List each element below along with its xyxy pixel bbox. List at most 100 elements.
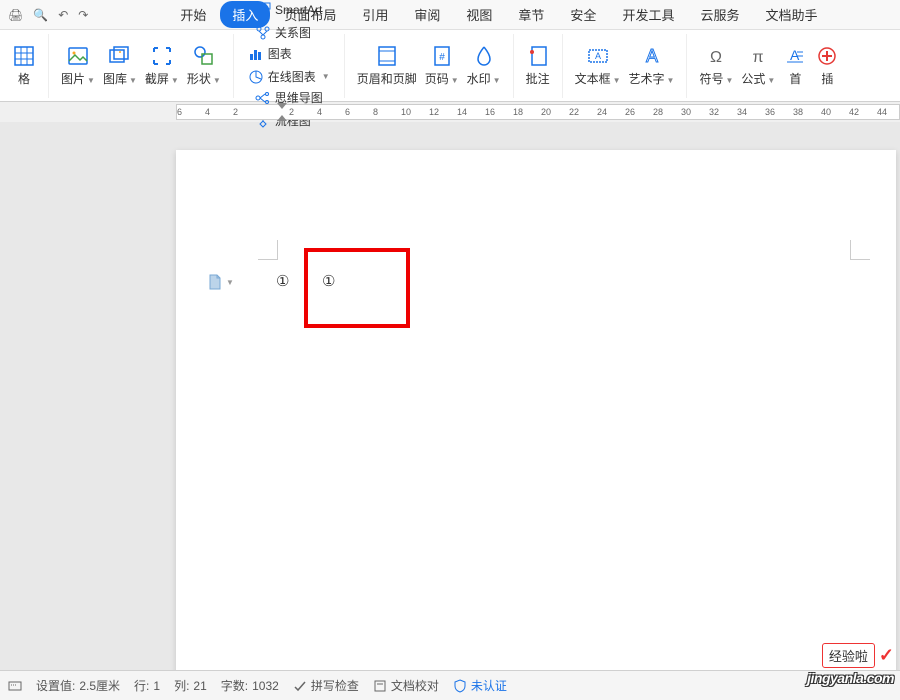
- screenshot-icon: [150, 44, 174, 68]
- keyboard-icon: [8, 679, 22, 693]
- gallery-icon: [108, 44, 132, 68]
- ruler-area: 6422468101214161820222426283032343638404…: [0, 102, 900, 122]
- shapes-button[interactable]: 形状▼: [183, 42, 225, 89]
- redo-icon[interactable]: ↷: [78, 8, 88, 22]
- col-value: 21: [193, 679, 206, 693]
- ruler-tick: 36: [765, 107, 775, 117]
- page-number-label: 页码: [425, 72, 449, 86]
- screenshot-button[interactable]: 截屏▼: [141, 42, 183, 89]
- symbol-icon: Ω: [704, 44, 728, 68]
- ribbon: 格 图片▼ 图库▼ 截屏▼ 形状▼ SmartArt 关系图: [0, 30, 900, 102]
- horizontal-ruler[interactable]: 6422468101214161820222426283032343638404…: [176, 104, 900, 120]
- chevron-down-icon: ▼: [767, 76, 775, 85]
- indent-marker-bottom[interactable]: [277, 115, 287, 121]
- wordcount-value: 1032: [252, 679, 279, 693]
- header-footer-label: 页眉和页脚: [357, 70, 417, 87]
- wordart-button[interactable]: A 艺术字▼: [625, 42, 679, 89]
- indent-marker-top[interactable]: [277, 103, 287, 109]
- chevron-down-icon: ▼: [226, 278, 234, 287]
- svg-text:A: A: [790, 47, 800, 63]
- symbol-label: 符号: [699, 72, 723, 86]
- textbox-button[interactable]: A 文本框▼: [571, 42, 625, 89]
- tab-dev-tools[interactable]: 开发工具: [610, 1, 686, 28]
- sb-line[interactable]: 行: 1: [134, 677, 160, 694]
- watermark-label: 水印: [467, 72, 491, 86]
- sb-col[interactable]: 列: 21: [174, 677, 207, 694]
- smartart-label: SmartArt: [275, 3, 322, 17]
- image-button[interactable]: 图片▼: [57, 42, 99, 89]
- image-icon: [66, 44, 90, 68]
- chevron-down-icon: ▼: [613, 76, 621, 85]
- undo-icon[interactable]: ↶: [58, 8, 68, 22]
- sb-wordcount[interactable]: 字数: 1032: [221, 677, 279, 694]
- header-footer-button[interactable]: 页眉和页脚: [353, 42, 421, 89]
- chevron-down-icon: ▼: [87, 76, 95, 85]
- online-chart-label: 在线图表: [268, 68, 316, 85]
- quick-access-toolbar: 🖨 🔍 ↶ ↷: [8, 8, 88, 22]
- ruler-tick: 4: [205, 107, 210, 117]
- docproof-icon: [373, 679, 387, 693]
- checkmark-icon: ✓: [879, 645, 894, 666]
- comment-label: 批注: [526, 70, 550, 87]
- keyboard-indicator[interactable]: [8, 679, 22, 693]
- wordcount-label: 字数:: [221, 677, 248, 694]
- tab-doc-helper[interactable]: 文档助手: [753, 1, 829, 28]
- ruler-tick: 34: [737, 107, 747, 117]
- symbol-button[interactable]: Ω 符号▼: [695, 42, 737, 89]
- table-label: 格: [18, 70, 30, 87]
- line-label: 行:: [134, 677, 149, 694]
- tab-home[interactable]: 开始: [168, 1, 218, 28]
- textbox-label: 文本框: [575, 72, 611, 86]
- chart-button[interactable]: 图表: [242, 43, 336, 64]
- relation-button[interactable]: 关系图: [249, 22, 328, 43]
- outline-side-marker[interactable]: ▼: [208, 274, 234, 290]
- chevron-down-icon: ▼: [725, 76, 733, 85]
- comment-button[interactable]: 批注: [522, 42, 554, 89]
- preview-icon[interactable]: 🔍: [33, 8, 48, 22]
- sb-verification[interactable]: 未认证: [453, 677, 507, 694]
- equation-button[interactable]: π 公式▼: [737, 42, 779, 89]
- dropcap-label: 首: [789, 70, 801, 87]
- ruler-tick: 2: [233, 107, 238, 117]
- tab-cloud[interactable]: 云服务: [688, 1, 751, 28]
- image-label: 图片: [61, 72, 85, 86]
- watermark-badge: 经验啦 ✓: [822, 643, 894, 668]
- gallery-button[interactable]: 图库▼: [99, 42, 141, 89]
- svg-text:A: A: [645, 46, 657, 66]
- verification-label: 未认证: [471, 677, 507, 694]
- smartart-button[interactable]: SmartArt: [249, 0, 328, 20]
- sb-spellcheck[interactable]: 拼写检查: [293, 677, 359, 694]
- svg-text:π: π: [753, 49, 764, 66]
- outline-number: ①: [276, 272, 289, 290]
- chevron-down-icon: ▼: [129, 76, 137, 85]
- ruler-tick: 12: [429, 107, 439, 117]
- sb-setting[interactable]: 设置值: 2.5厘米: [36, 677, 120, 694]
- insert-icon: [815, 44, 839, 68]
- wordart-label: 艺术字: [629, 72, 665, 86]
- tab-references[interactable]: 引用: [350, 1, 400, 28]
- tab-security[interactable]: 安全: [558, 1, 608, 28]
- page-number-icon: #: [430, 44, 454, 68]
- tab-view[interactable]: 视图: [454, 1, 504, 28]
- watermark-text: 经验啦: [822, 643, 875, 668]
- document-page[interactable]: ▼ ① ①: [176, 150, 896, 670]
- tab-chapter[interactable]: 章节: [506, 1, 556, 28]
- watermark-button[interactable]: 水印▼: [463, 42, 505, 89]
- insert-button-partial[interactable]: 插: [811, 42, 843, 89]
- tab-review[interactable]: 审阅: [402, 1, 452, 28]
- ruler-tick: 38: [793, 107, 803, 117]
- circled-number: ①: [322, 272, 335, 290]
- watermark-url: jingyanla.com: [807, 670, 894, 686]
- sb-docproof[interactable]: 文档校对: [373, 677, 439, 694]
- page-number-button[interactable]: # 页码▼: [421, 42, 463, 89]
- ruler-tick: 28: [653, 107, 663, 117]
- chevron-down-icon: ▼: [493, 76, 501, 85]
- dropcap-icon: A: [783, 44, 807, 68]
- docproof-label: 文档校对: [391, 677, 439, 694]
- ruler-tick: 6: [345, 107, 350, 117]
- dropcap-button-partial[interactable]: A 首: [779, 42, 811, 89]
- table-button-partial[interactable]: 格: [8, 42, 40, 89]
- print-icon[interactable]: 🖨: [8, 8, 23, 22]
- online-chart-button[interactable]: 在线图表▼: [242, 66, 336, 87]
- setting-value: 2.5厘米: [79, 677, 120, 694]
